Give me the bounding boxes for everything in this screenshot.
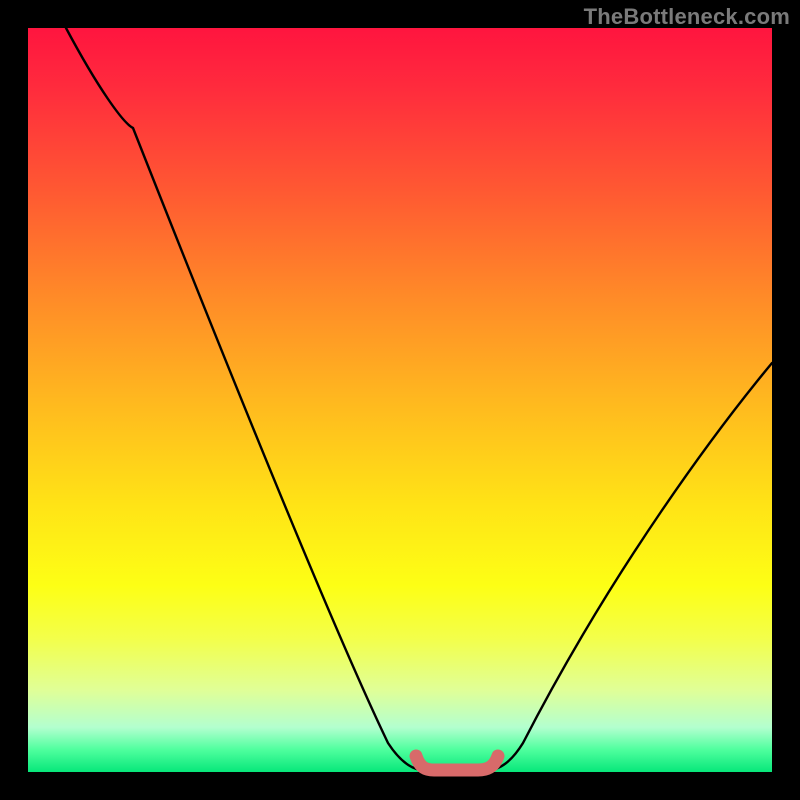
- bottleneck-curve-right: [488, 363, 772, 770]
- chart-frame: TheBottleneck.com: [0, 0, 800, 800]
- plot-area: [28, 28, 772, 772]
- bottleneck-curve-left: [66, 28, 423, 770]
- chart-svg: [28, 28, 772, 772]
- bottom-highlight-marker: [416, 756, 498, 770]
- watermark-text: TheBottleneck.com: [584, 4, 790, 30]
